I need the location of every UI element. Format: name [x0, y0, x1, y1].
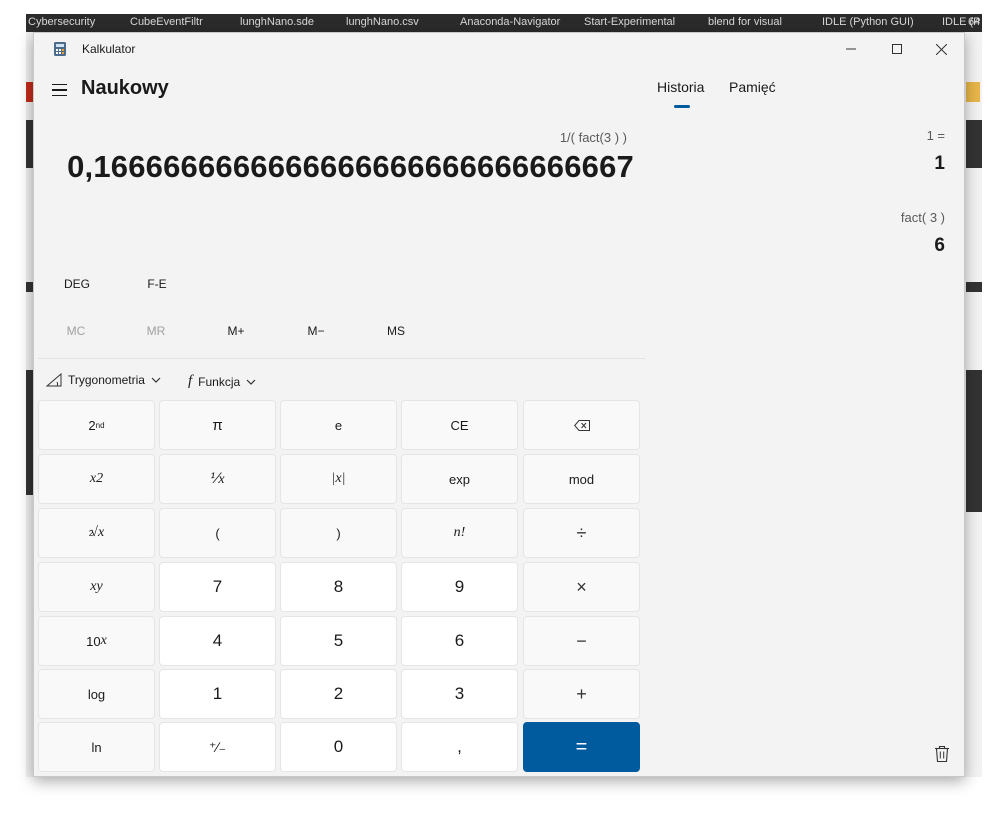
second-function-button[interactable]: 2nd — [38, 400, 155, 450]
keypad: 2nd π e CE x2 ⅟x |x| exp mod 2 √x ( ) n! … — [38, 400, 642, 774]
close-button[interactable] — [918, 33, 964, 65]
equals-button[interactable]: = — [523, 722, 640, 772]
taskbar-item[interactable]: 64 — [968, 16, 980, 28]
window-title: Kalkulator — [82, 42, 136, 56]
trigonometry-dropdown[interactable]: Trygonometria — [46, 373, 161, 387]
backspace-button[interactable] — [523, 400, 640, 450]
tab-history-indicator — [674, 105, 690, 108]
digit-2-button[interactable]: 2 — [280, 669, 397, 719]
deg-button[interactable]: DEG — [47, 277, 107, 291]
right-parenthesis-button[interactable]: ) — [280, 508, 397, 558]
memory-add-button[interactable]: M+ — [206, 324, 266, 338]
close-icon — [935, 43, 947, 55]
digit-3-button[interactable]: 3 — [401, 669, 518, 719]
background-dark-block — [966, 120, 982, 168]
calculator-window: Kalkulator Naukowy 1/( fact(3 ) ) 0,1666… — [33, 32, 965, 777]
reciprocal-button[interactable]: ⅟x — [159, 454, 276, 504]
maximize-button[interactable] — [874, 33, 920, 65]
history-result: 1 — [934, 153, 945, 174]
chevron-down-icon — [246, 379, 256, 385]
history-expression: fact( 3 ) — [900, 210, 945, 225]
divider — [38, 358, 645, 359]
square-button[interactable]: x2 — [38, 454, 155, 504]
plus-button[interactable]: + — [523, 669, 640, 719]
digit-6-button[interactable]: 6 — [401, 616, 518, 666]
taskbar-item[interactable]: Start-Experimental — [584, 16, 675, 28]
chevron-down-icon — [151, 377, 161, 383]
calculator-app-icon — [54, 42, 66, 56]
trash-icon[interactable] — [933, 745, 951, 763]
taskbar-item[interactable]: Anaconda-Navigator — [460, 16, 560, 28]
multiply-button[interactable]: × — [523, 562, 640, 612]
function-dropdown[interactable]: f Funkcja — [188, 373, 256, 390]
pi-button[interactable]: π — [159, 400, 276, 450]
memory-store-button[interactable]: MS — [366, 324, 426, 338]
memory-clear-button[interactable]: MC — [46, 324, 106, 338]
taskbar-item[interactable]: Cybersecurity — [28, 16, 95, 28]
history-expression: 1 = — [926, 128, 945, 143]
history-result: 6 — [934, 235, 945, 256]
digit-1-button[interactable]: 1 — [159, 669, 276, 719]
digit-9-button[interactable]: 9 — [401, 562, 518, 612]
mod-button[interactable]: mod — [523, 454, 640, 504]
factorial-button[interactable]: n! — [401, 508, 518, 558]
taskbar-item[interactable]: IDLE (Python GUI) — [822, 16, 914, 28]
decimal-button[interactable]: , — [401, 722, 518, 772]
divide-button[interactable]: ÷ — [523, 508, 640, 558]
triangle-icon — [46, 373, 62, 387]
exp-button[interactable]: exp — [401, 454, 518, 504]
hamburger-menu-button[interactable] — [48, 79, 70, 101]
minimize-button[interactable] — [828, 33, 874, 65]
digit-7-button[interactable]: 7 — [159, 562, 276, 612]
expression-display: 1/( fact(3 ) ) — [559, 130, 627, 145]
background-taskbar: Cybersecurity CubeEventFiltr lunghNano.s… — [26, 14, 982, 32]
power-button[interactable]: xy — [38, 562, 155, 612]
function-icon: f — [188, 373, 193, 389]
minimize-icon — [846, 48, 856, 50]
minus-button[interactable]: − — [523, 616, 640, 666]
taskbar-item[interactable]: lunghNano.sde — [240, 16, 314, 28]
taskbar-item[interactable]: lunghNano.csv — [346, 16, 419, 28]
digit-4-button[interactable]: 4 — [159, 616, 276, 666]
fe-button[interactable]: F-E — [127, 277, 187, 291]
digit-5-button[interactable]: 5 — [280, 616, 397, 666]
taskbar-item[interactable]: CubeEventFiltr — [130, 16, 203, 28]
ten-power-button[interactable]: 10 x — [38, 616, 155, 666]
clear-entry-button[interactable]: CE — [401, 400, 518, 450]
mode-title: Naukowy — [81, 77, 169, 99]
backspace-icon — [573, 419, 590, 431]
absolute-value-button[interactable]: |x| — [280, 454, 397, 504]
hamburger-menu-icon — [51, 83, 67, 86]
digit-8-button[interactable]: 8 — [280, 562, 397, 612]
taskbar-item[interactable]: blend for visual — [708, 16, 782, 28]
function-label: Funkcja — [198, 374, 241, 389]
euler-button[interactable]: e — [280, 400, 397, 450]
background-folder-icon — [966, 82, 980, 102]
memory-subtract-button[interactable]: M− — [286, 324, 346, 338]
left-parenthesis-button[interactable]: ( — [159, 508, 276, 558]
digit-0-button[interactable]: 0 — [280, 722, 397, 772]
log-button[interactable]: log — [38, 669, 155, 719]
trigonometry-label: Trygonometria — [68, 373, 145, 387]
negate-button[interactable]: ⁺∕₋ — [159, 722, 276, 772]
background-dark-block — [966, 370, 982, 512]
maximize-icon — [892, 44, 902, 54]
title-bar[interactable]: Kalkulator — [34, 33, 964, 65]
memory-recall-button[interactable]: MR — [126, 324, 186, 338]
tab-memory[interactable]: Pamięć — [729, 79, 776, 95]
result-display: 0,1666666666666666666666666666667 — [67, 149, 634, 184]
ln-button[interactable]: ln — [38, 722, 155, 772]
tab-history[interactable]: Historia — [657, 79, 704, 95]
square-root-button[interactable]: 2 √x — [38, 508, 155, 558]
background-dark-block — [966, 282, 982, 292]
